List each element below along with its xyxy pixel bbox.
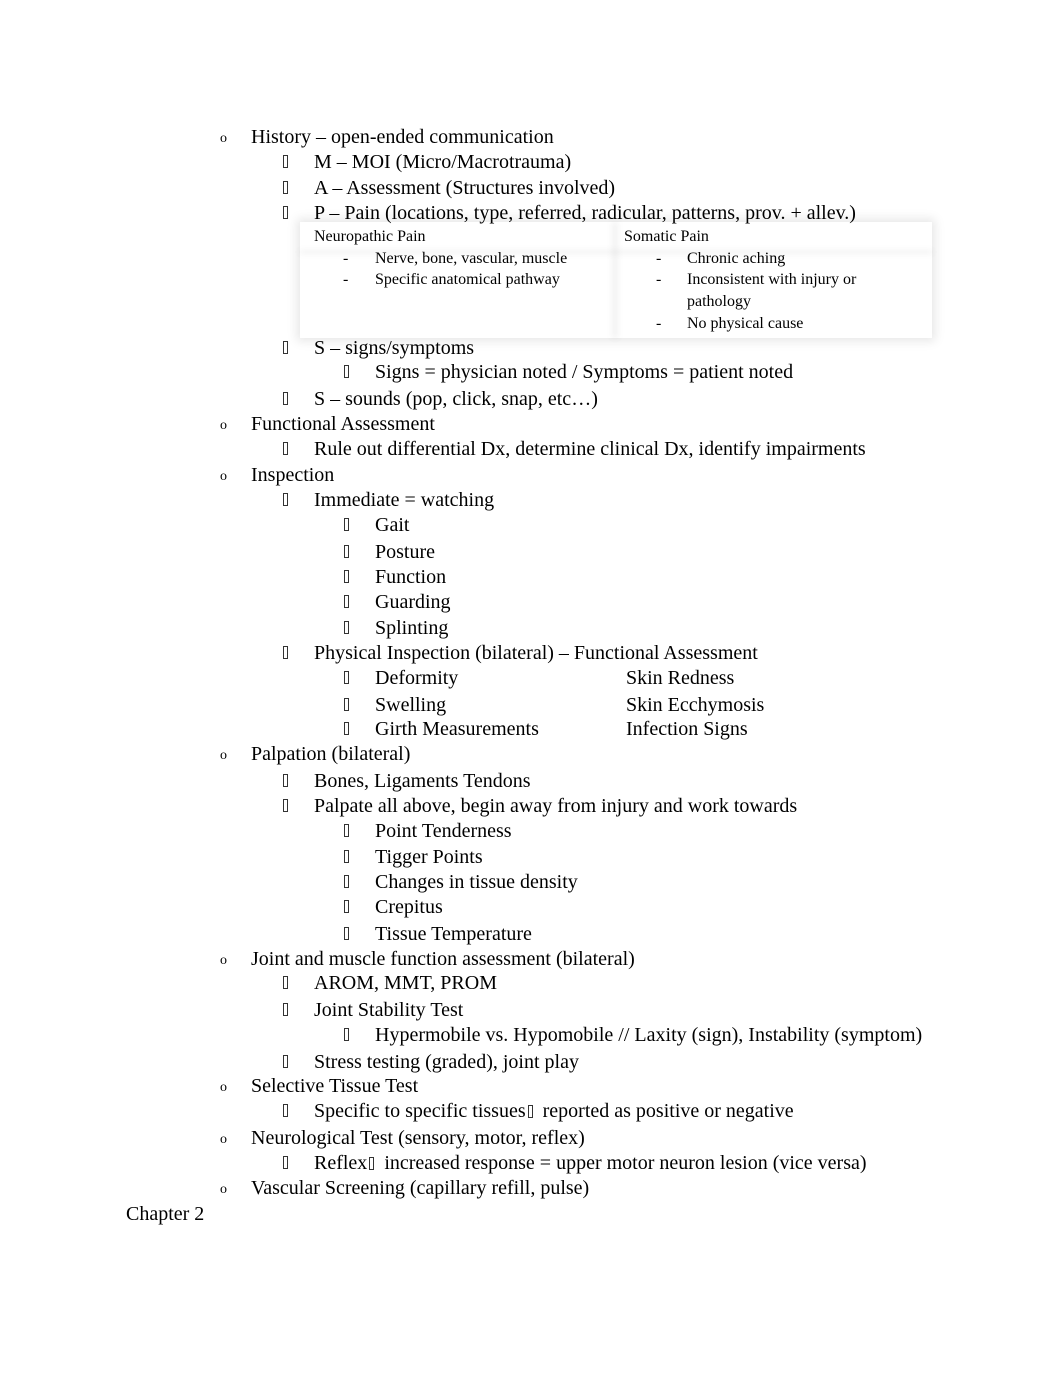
square-bullet-icon: [344, 671, 349, 684]
square-bullet-icon: [344, 722, 349, 735]
section-title: Neurological Test (sensory, motor, refle…: [251, 1127, 585, 1149]
dash-bullet-icon: -: [343, 271, 349, 288]
subitem-text: Reflex increased response = upper motor n…: [314, 1151, 867, 1175]
section-title: Palpation (bilateral): [251, 743, 411, 765]
subsubitem-text: Guarding: [375, 591, 451, 613]
subsubitem-right-text: Skin Ecchymosis: [626, 694, 765, 716]
subsubitem-text: Crepitus: [375, 896, 443, 918]
square-bullet-icon: [344, 570, 349, 583]
square-bullet-icon: [283, 181, 288, 194]
subsubitem-text: Posture: [375, 541, 435, 563]
subitem-text: A – Assessment (Structures involved): [314, 177, 616, 199]
subitem-text: S – signs/symptoms: [314, 337, 475, 359]
dash-bullet-icon: -: [656, 271, 662, 288]
table-cell-item-continued: pathology: [687, 293, 751, 310]
table-cell-item: Specific anatomical pathway: [375, 271, 560, 288]
square-bullet-icon: [344, 595, 349, 608]
subitem-text-after: reported as positive or negative: [542, 1100, 794, 1122]
subsubitem-text: Tissue Temperature: [375, 923, 532, 945]
table-column-divider: [612, 222, 618, 338]
square-bullet-icon: [283, 155, 288, 168]
subsubitem-text: Changes in tissue density: [375, 871, 578, 893]
section-title: Vascular Screening (capillary refill, pu…: [251, 1177, 590, 1199]
subsubitem-text: Splinting: [375, 617, 449, 639]
subsubitem-text: Signs = physician noted / Symptoms = pat…: [375, 361, 794, 383]
subsubitem-text: Tigger Points: [375, 846, 483, 868]
subitem-text-before: Reflex: [314, 1152, 368, 1174]
square-bullet-icon: [283, 1104, 288, 1117]
square-bullet-icon: [344, 621, 349, 634]
table-cell-item: Chronic aching: [687, 250, 786, 267]
square-bullet-icon: [344, 824, 349, 837]
bullet-o-icon: o: [220, 1182, 227, 1197]
bullet-o-icon: o: [220, 1132, 227, 1147]
table-cell-item: Inconsistent with injury or: [687, 271, 857, 288]
square-bullet-icon: [344, 545, 349, 558]
section-title: History – open-ended communication: [251, 126, 554, 148]
subitem-text: Palpate all above, begin away from injur…: [314, 795, 798, 817]
square-bullet-icon: [344, 850, 349, 863]
square-bullet-icon: [344, 698, 349, 711]
square-bullet-icon: [283, 1003, 288, 1016]
bullet-o-icon: o: [220, 1080, 227, 1095]
subitem-text: Specific to specific tissues reported as …: [314, 1099, 794, 1123]
square-bullet-icon: [344, 1028, 349, 1041]
subitem-text: Joint Stability Test: [314, 999, 464, 1021]
arrow-icon: [527, 1105, 533, 1118]
square-bullet-icon: [283, 646, 288, 659]
table-cell-item: Nerve, bone, vascular, muscle: [375, 250, 568, 267]
subitem-text-after: increased response = upper motor neuron …: [384, 1152, 867, 1174]
square-bullet-icon: [344, 900, 349, 913]
square-bullet-icon: [283, 392, 288, 405]
subsubitem-text: Point Tenderness: [375, 820, 512, 842]
subsubitem-right-text: Infection Signs: [626, 718, 748, 740]
table-cell-item: No physical cause: [687, 315, 804, 332]
subsubitem-text: Hypermobile vs. Hypomobile // Laxity (si…: [375, 1024, 923, 1046]
subsubitem-right-text: Skin Redness: [626, 667, 735, 689]
square-bullet-icon: [283, 1156, 288, 1169]
square-bullet-icon: [283, 341, 288, 354]
subsubitem-text: Deformity: [375, 667, 459, 689]
subsubitem-text: Girth Measurements: [375, 718, 539, 740]
dash-bullet-icon: -: [656, 250, 662, 267]
square-bullet-icon: [283, 442, 288, 455]
subsubitem-text: Function: [375, 566, 447, 588]
subitem-text: Bones, Ligaments Tendons: [314, 770, 531, 792]
square-bullet-icon: [344, 518, 349, 531]
square-bullet-icon: [283, 206, 288, 219]
subsubitem-text: Swelling: [375, 694, 447, 716]
subitem-text: Rule out differential Dx, determine clin…: [314, 438, 866, 460]
chapter-heading: Chapter 2: [126, 1203, 205, 1225]
section-title: Functional Assessment: [251, 413, 435, 435]
subsubitem-text: Gait: [375, 514, 410, 536]
subitem-text: S – sounds (pop, click, snap, etc…): [314, 388, 598, 410]
bullet-o-icon: o: [220, 418, 227, 433]
square-bullet-icon: [283, 774, 288, 787]
subitem-text: Physical Inspection (bilateral) – Functi…: [314, 642, 758, 664]
square-bullet-icon: [344, 875, 349, 888]
square-bullet-icon: [283, 976, 288, 989]
subitem-text: Stress testing (graded), joint play: [314, 1051, 579, 1073]
subitem-text: M – MOI (Micro/Macrotrauma): [314, 151, 572, 173]
bullet-o-icon: o: [220, 748, 227, 763]
dash-bullet-icon: -: [343, 250, 349, 267]
table-header-neuropathic: Neuropathic Pain: [314, 228, 426, 245]
subitem-text-before: Specific to specific tissues: [314, 1100, 526, 1122]
bullet-o-icon: o: [220, 131, 227, 146]
table-header-somatic: Somatic Pain: [624, 228, 709, 245]
bullet-o-icon: o: [220, 953, 227, 968]
arrow-icon: [369, 1157, 375, 1170]
bullet-o-icon: o: [220, 469, 227, 484]
square-bullet-icon: [344, 927, 349, 940]
section-title: Selective Tissue Test: [251, 1075, 419, 1097]
square-bullet-icon: [344, 365, 349, 378]
square-bullet-icon: [283, 493, 288, 506]
section-title: Inspection: [251, 464, 335, 486]
square-bullet-icon: [283, 1055, 288, 1068]
section-title: Joint and muscle function assessment (bi…: [251, 948, 635, 970]
dash-bullet-icon: -: [656, 315, 662, 332]
square-bullet-icon: [283, 799, 288, 812]
subitem-text: AROM, MMT, PROM: [314, 972, 497, 994]
subitem-text: Immediate = watching: [314, 489, 495, 511]
